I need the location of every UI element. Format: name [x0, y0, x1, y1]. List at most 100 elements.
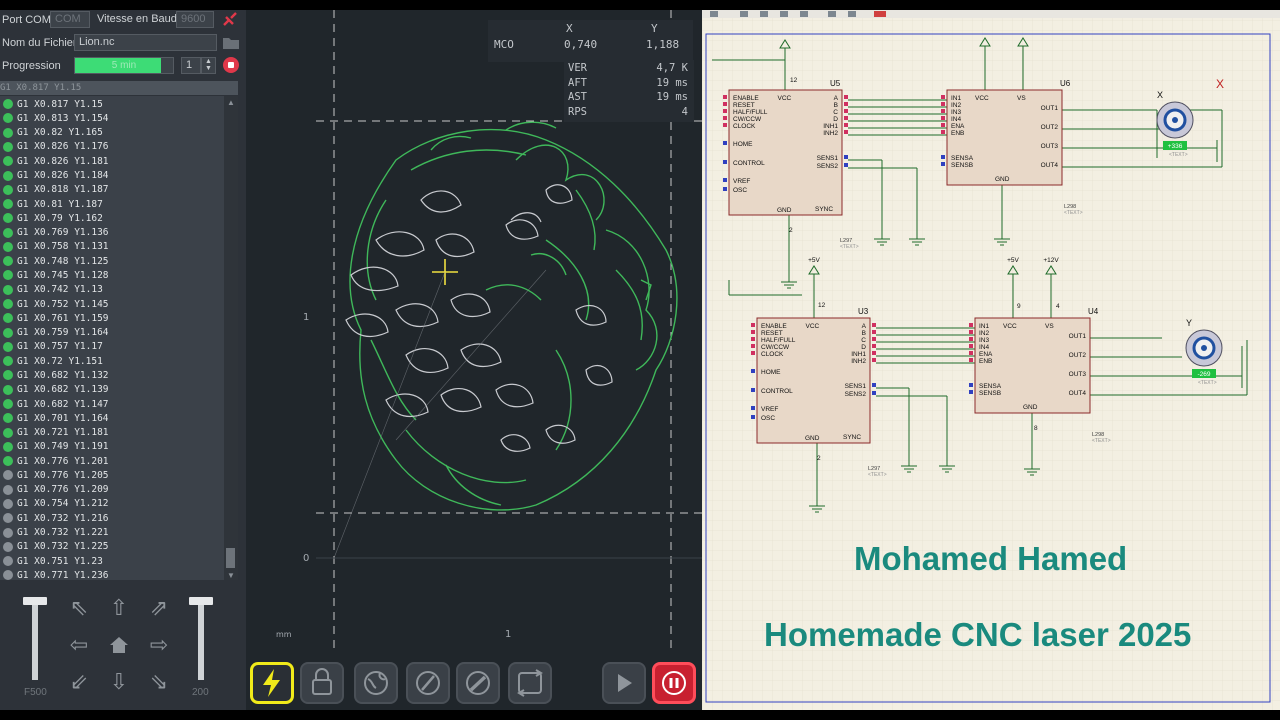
- gcode-line[interactable]: G1 X0.757 Y1.17: [0, 340, 222, 354]
- gcode-line[interactable]: G1 X0.776 Y1.209: [0, 483, 222, 497]
- gcode-line[interactable]: G1 X0.82 Y1.165: [0, 126, 222, 140]
- gcode-line[interactable]: G1 X0.748 Y1.125: [0, 254, 222, 268]
- schematic-text: OSC: [733, 187, 747, 194]
- spinner-arrows[interactable]: ▲ ▼: [201, 57, 216, 74]
- schematic-text: OUT4: [1041, 162, 1059, 169]
- pending-icon: [3, 556, 13, 567]
- gcode-line[interactable]: G1 X0.754 Y1.212: [0, 497, 222, 511]
- power-slider[interactable]: [189, 597, 213, 680]
- loop-button[interactable]: [508, 662, 552, 704]
- schematic-text: OUT2: [1041, 124, 1059, 131]
- gcode-line[interactable]: G1 X0.745 Y1.128: [0, 268, 222, 282]
- schematic-text: SENSA: [951, 155, 974, 162]
- gcode-line[interactable]: G1 X0.776 Y1.201: [0, 454, 222, 468]
- gcode-line[interactable]: G1 X0.79 Y1.162: [0, 211, 222, 225]
- schematic-text: RESET: [733, 102, 755, 109]
- supply-label: +12V: [1043, 257, 1059, 264]
- disconnect-icon[interactable]: [221, 11, 239, 28]
- motor-label: Y: [1186, 318, 1192, 328]
- gcode-line[interactable]: G1 X0.701 Y1.164: [0, 411, 222, 425]
- globe-button[interactable]: [354, 662, 398, 704]
- stat-value: 4: [681, 105, 688, 118]
- lightning-icon: [263, 669, 280, 697]
- play-button[interactable]: [602, 662, 646, 704]
- toolpath-visualizer[interactable]: X Y MCO 0,740 1,188 VER 4,7 K AFT 19 ms AST 1…: [246, 10, 702, 710]
- gcode-line[interactable]: G1 X0.813 Y1.154: [0, 111, 222, 125]
- file-name-field[interactable]: Lion.nc: [74, 34, 217, 51]
- gcode-text: G1 X0.826 Y1.181: [17, 155, 109, 167]
- gcode-line[interactable]: G1 X0.682 Y1.132: [0, 368, 222, 382]
- gcode-line[interactable]: G1 X0.776 Y1.205: [0, 468, 222, 482]
- gcode-line[interactable]: G1 X0.759 Y1.164: [0, 325, 222, 339]
- gcode-text: G1 X0.745 Y1.128: [17, 269, 109, 281]
- check-icon: [3, 127, 13, 138]
- gcode-line[interactable]: G1 X0.752 Y1.145: [0, 297, 222, 311]
- gcode-line[interactable]: G1 X0.749 Y1.191: [0, 440, 222, 454]
- pending-icon: [3, 484, 13, 495]
- schematic-text: SENSA: [979, 383, 1002, 390]
- check-icon: [3, 256, 13, 267]
- scroll-thumb[interactable]: [226, 548, 235, 568]
- gcode-text: G1 X0.776 Y1.201: [17, 455, 109, 467]
- check-icon: [3, 213, 13, 224]
- credit-name: Mohamed Hamed: [854, 540, 1128, 577]
- schematic-text: CONTROL: [761, 388, 793, 395]
- gcode-line[interactable]: G1 X0.826 Y1.184: [0, 168, 222, 182]
- port-select[interactable]: COM: [50, 11, 90, 28]
- gcode-scrollbar[interactable]: ▲ ▼: [224, 96, 238, 582]
- gcode-line[interactable]: G1 X0.826 Y1.181: [0, 154, 222, 168]
- jog-up-right-icon[interactable]: ⇗: [146, 596, 172, 622]
- gcode-line[interactable]: G1 X0.769 Y1.136: [0, 226, 222, 240]
- gcode-line[interactable]: G1 X0.81 Y1.187: [0, 197, 222, 211]
- laser-on-button[interactable]: [250, 662, 294, 704]
- gcode-line[interactable]: G1 X0.682 Y1.139: [0, 383, 222, 397]
- gcode-line[interactable]: G1 X0.761 Y1.159: [0, 311, 222, 325]
- check-icon: [3, 170, 13, 181]
- pin: [844, 109, 848, 113]
- gcode-line[interactable]: G1 X0.751 Y1.23: [0, 554, 222, 568]
- jog-up-left-icon[interactable]: ⇖: [66, 596, 92, 622]
- schematic-text: 12: [818, 302, 826, 309]
- gcode-line[interactable]: G1 X0.732 Y1.216: [0, 511, 222, 525]
- gcode-line[interactable]: G1 X0.732 Y1.221: [0, 525, 222, 539]
- pause-button[interactable]: [652, 662, 696, 704]
- schematic-text: HOME: [733, 141, 753, 148]
- gcode-line[interactable]: G1 X0.817 Y1.15: [0, 97, 222, 111]
- draw-button[interactable]: [406, 662, 450, 704]
- gcode-text: G1 X0.817 Y1.15: [17, 98, 103, 110]
- jog-down-left-icon[interactable]: ⇙: [66, 670, 92, 696]
- jog-up-icon[interactable]: ⇧: [106, 596, 132, 622]
- pin: [941, 162, 945, 166]
- gcode-text: G1 X0.818 Y1.187: [17, 184, 109, 196]
- spinner-value[interactable]: 1: [181, 57, 201, 74]
- pin: [969, 390, 973, 394]
- folder-icon[interactable]: [222, 35, 240, 50]
- jog-right-icon[interactable]: ⇨: [146, 633, 172, 659]
- gcode-line[interactable]: G1 X0.721 Y1.181: [0, 425, 222, 439]
- gcode-text: G1 X0.682 Y1.132: [17, 369, 109, 381]
- baud-select[interactable]: 9600: [176, 11, 214, 28]
- schematic-text: INH2: [823, 130, 838, 137]
- gcode-line[interactable]: G1 X0.72 Y1.151: [0, 354, 222, 368]
- schematic-text: INH1: [823, 123, 838, 130]
- draw-fill-button[interactable]: [456, 662, 500, 704]
- home-icon[interactable]: [106, 633, 132, 659]
- gcode-line[interactable]: G1 X0.818 Y1.187: [0, 183, 222, 197]
- check-icon: [3, 299, 13, 310]
- stop-record-icon[interactable]: [223, 57, 239, 73]
- gcode-text: G1 X0.682 Y1.139: [17, 384, 109, 396]
- jog-down-icon[interactable]: ⇩: [106, 670, 132, 696]
- gcode-line[interactable]: G1 X0.826 Y1.176: [0, 140, 222, 154]
- gcode-line[interactable]: G1 X0.742 Y1.13: [0, 283, 222, 297]
- gcode-line[interactable]: G1 X0.682 Y1.147: [0, 397, 222, 411]
- gcode-line[interactable]: G1 X0.732 Y1.225: [0, 540, 222, 554]
- gcode-line[interactable]: G1 X0.758 Y1.131: [0, 240, 222, 254]
- jog-down-right-icon[interactable]: ⇘: [146, 670, 172, 696]
- jog-left-icon[interactable]: ⇦: [66, 633, 92, 659]
- gcode-text: G1 X0.757 Y1.17: [17, 341, 103, 353]
- gcode-text: G1 X0.82 Y1.165: [17, 127, 103, 139]
- gcode-list[interactable]: G1 X0.817 Y1.15 G1 X0.813 Y1.154 G1 X0.82 …: [0, 96, 238, 582]
- lock-button[interactable]: [300, 662, 344, 704]
- schematic-text: IN1: [979, 323, 990, 330]
- feed-slider[interactable]: [23, 597, 47, 680]
